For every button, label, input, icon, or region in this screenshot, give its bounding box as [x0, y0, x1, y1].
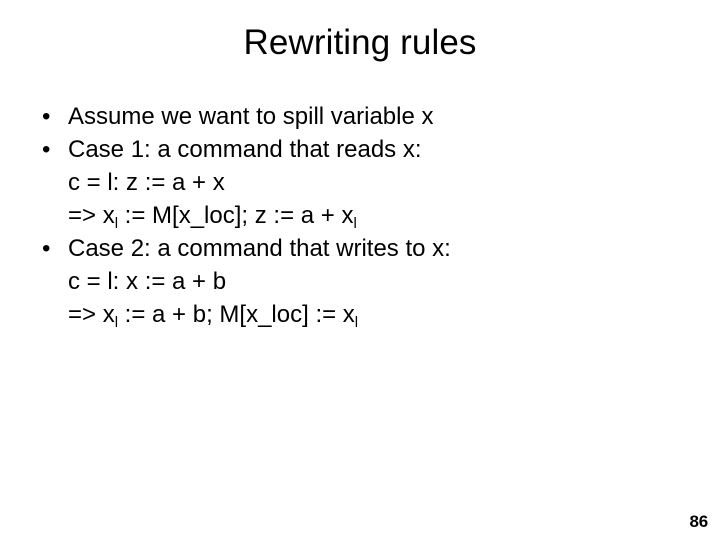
code-text: c = l: z := a + x	[68, 169, 225, 196]
bullet-item-label: Case 2: a command that writes to x:	[68, 235, 451, 262]
bullet-point-icon: •	[42, 136, 51, 163]
page-number: 86	[689, 512, 708, 531]
code-text: => x	[68, 202, 115, 229]
code-text: := a + b; M[x_loc] := x	[118, 301, 355, 328]
presentation-slide: Rewriting rules • Assume we want to spill…	[0, 0, 720, 540]
bullet-block: • Case 1: a command that reads x: c = l: z…	[30, 133, 690, 232]
bullet-block: • Case 2: a command that writes to x: c = …	[30, 232, 690, 331]
slide-body: • Assume we want to spill variable x • Case…	[30, 100, 690, 331]
bullet-point-icon: •	[42, 235, 51, 262]
code-subscript: l	[354, 314, 359, 331]
code-line: => xl := a + b; M[x_loc] := xl	[30, 298, 690, 331]
bullet-item-label: Assume we want to spill variable x	[68, 103, 434, 130]
bullet-item-label: Case 1: a command that reads x:	[68, 136, 422, 163]
bullet-item: • Case 2: a command that writes to x:	[30, 232, 690, 265]
bullet-block: • Assume we want to spill variable x	[30, 100, 690, 133]
code-line: c = l: x := a + b	[30, 265, 690, 298]
bullet-point-icon: •	[42, 103, 51, 130]
slide-title: Rewriting rules	[243, 23, 477, 62]
code-text: := M[x_loc]; z := a + x	[118, 202, 354, 229]
bullet-item: • Case 1: a command that reads x:	[30, 133, 690, 166]
bullet-item: • Assume we want to spill variable x	[30, 100, 690, 133]
code-subscript: l	[353, 215, 357, 232]
code-text: c = l: x := a + b	[68, 268, 227, 295]
code-line: => xl := M[x_loc]; z := a + xl	[30, 199, 690, 232]
code-subscript: l	[114, 314, 119, 331]
code-text: => x	[68, 301, 115, 328]
code-line: c = l: z := a + x	[30, 166, 690, 199]
code-subscript: l	[114, 215, 119, 232]
